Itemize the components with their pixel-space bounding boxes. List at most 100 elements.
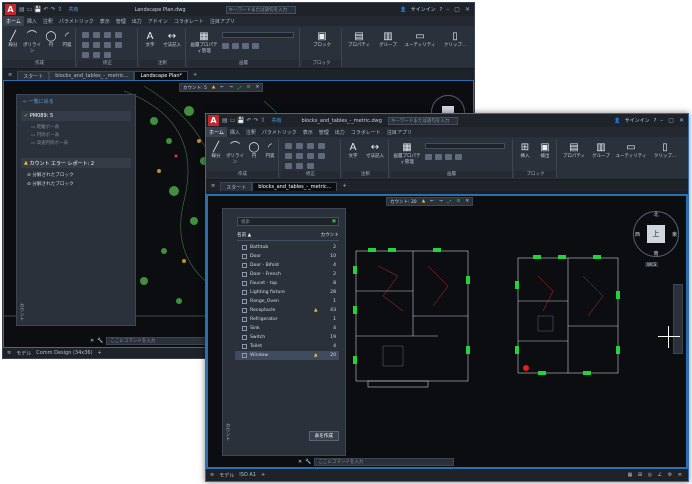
tab-landscape-plan[interactable]: Landscape Plan* <box>134 71 189 80</box>
tab-manage[interactable]: 管理 <box>113 16 129 26</box>
line-tool[interactable]: ╱ 線分 <box>5 31 21 48</box>
back-to-list-link[interactable]: ← 一覧に戻る <box>17 95 135 105</box>
share-button[interactable]: 共有 <box>68 6 78 13</box>
stretch-icon[interactable] <box>285 163 292 169</box>
warning-icon[interactable]: ▲ <box>314 353 322 358</box>
move-icon[interactable] <box>285 143 292 149</box>
tab-view[interactable]: 表示 <box>300 127 316 137</box>
tab-insert[interactable]: 挿入 <box>24 16 40 26</box>
utilities-tool[interactable]: ▭ ユーティリティ <box>615 142 647 159</box>
menu-icon[interactable]: ≡ <box>7 350 11 356</box>
tab-view[interactable]: 表示 <box>97 16 113 26</box>
layer-icon[interactable] <box>425 154 432 160</box>
prev-arrow-icon[interactable]: ← <box>220 85 224 90</box>
command-input[interactable]: ここにコマンドを入力 <box>106 337 217 345</box>
tab-collaborate[interactable]: コラボレート <box>348 127 384 137</box>
explode-icon[interactable] <box>115 42 122 48</box>
error-report-header[interactable]: ▲ カウント エラー レポート: 2 <box>21 158 131 168</box>
tab-model[interactable]: モデル <box>219 472 234 479</box>
copy-icon[interactable] <box>82 42 89 48</box>
dimension-tool[interactable]: ↔ 寸法記入 <box>363 142 387 159</box>
layer-icon[interactable] <box>252 43 259 49</box>
table-row[interactable]: Range_Oven 1 <box>235 297 339 306</box>
warning-icon[interactable]: ▲ <box>422 199 425 204</box>
layer-icon[interactable] <box>445 154 452 160</box>
block-tool[interactable]: ▣ ブロック <box>312 31 332 48</box>
group-tool[interactable]: ▥ グループ <box>376 31 400 48</box>
warning-icon[interactable]: ▲ <box>212 85 215 90</box>
tab-insert[interactable]: 挿入 <box>227 127 243 137</box>
tab-blocks-metric[interactable]: blocks_and_tables_-_metric... <box>252 182 338 191</box>
search-input[interactable]: キーワードまたは語句を入力 <box>225 5 296 14</box>
table-row[interactable]: Bathtub 2 <box>235 243 339 252</box>
tab-output[interactable]: 出力 <box>332 127 348 137</box>
close-icon[interactable]: ✕ <box>465 6 470 13</box>
tab-blocks-metric[interactable]: blocks_and_tables_-_metric... <box>49 71 135 80</box>
help-icon[interactable]: ? <box>654 118 657 124</box>
layer-properties-tool[interactable]: ▦ 画層プロパティ管理 <box>190 31 218 54</box>
new-tab-icon[interactable]: + <box>188 71 202 80</box>
table-row[interactable]: Door 10 <box>235 252 339 261</box>
arc-tool[interactable]: ◜ 円弧 <box>262 142 278 159</box>
stretch-icon[interactable] <box>82 52 89 58</box>
tab-featured-apps[interactable]: 注目アプリ <box>207 16 238 26</box>
navigation-bar[interactable] <box>673 284 683 354</box>
error-item[interactable]: ⊘ 分解されたブロック <box>27 171 135 180</box>
text-tool[interactable]: A 文字 <box>345 142 361 159</box>
next-arrow-icon[interactable]: → <box>229 85 233 90</box>
layer-icon[interactable] <box>455 154 462 160</box>
scale-icon[interactable] <box>296 163 303 169</box>
palette-search-input[interactable]: 検索 ▣ <box>237 217 339 226</box>
next-arrow-icon[interactable]: → <box>439 199 443 204</box>
search-input[interactable]: キーワードまたは語句を入力 <box>387 116 458 125</box>
table-row[interactable]: Window ▲ 20 <box>235 351 339 360</box>
list-item[interactable]: ▭ 円筒ボー表 <box>31 132 135 140</box>
array-icon[interactable] <box>104 52 111 58</box>
polyline-tool[interactable]: ⌒ ポリライン <box>225 142 245 165</box>
fillet-icon[interactable] <box>307 153 314 159</box>
array-icon[interactable] <box>307 163 314 169</box>
autocad-logo[interactable]: A <box>5 4 16 15</box>
layer-icon[interactable] <box>435 154 442 160</box>
add-layout-icon[interactable]: + <box>261 472 265 478</box>
wcs-menu[interactable]: WCS <box>645 262 659 267</box>
menu-icon[interactable]: ≡ <box>3 71 17 80</box>
quick-access-icons[interactable]: ▤ ▭ 💾 ↶ ↷ ⇧ <box>19 6 62 13</box>
polyline-tool[interactable]: ⌒ ポリライン <box>22 31 42 54</box>
table-row[interactable]: Faucet - top 8 <box>235 279 339 288</box>
erase-icon[interactable] <box>318 143 325 149</box>
tab-addins[interactable]: アドイン <box>145 16 171 26</box>
signin-link[interactable]: サインイン <box>411 6 436 13</box>
move-icon[interactable] <box>82 32 89 38</box>
layer-dropdown[interactable] <box>425 143 505 149</box>
column-name[interactable]: 名前 ▲ <box>237 232 321 238</box>
tab-home[interactable]: ホーム <box>3 16 24 26</box>
tab-collaborate[interactable]: コラボレート <box>171 16 207 26</box>
trim-icon[interactable] <box>307 143 314 149</box>
properties-tool[interactable]: ▤ プロパティ <box>346 31 372 48</box>
table-row[interactable]: Toilet 4 <box>235 342 339 351</box>
viewcube-south[interactable]: 南 <box>653 250 658 257</box>
viewcube-east[interactable]: 東 <box>672 231 677 238</box>
mirror-icon[interactable] <box>296 153 303 159</box>
explode-icon[interactable] <box>318 153 325 159</box>
zoom-icon[interactable]: ⤢ <box>448 199 452 205</box>
tab-layout[interactable]: ISO A1 <box>239 472 256 478</box>
close-icon[interactable]: ✕ <box>679 117 684 124</box>
tab-manage[interactable]: 管理 <box>316 127 332 137</box>
add-layout-icon[interactable]: + <box>98 350 102 356</box>
arc-tool[interactable]: ◜ 円弧 <box>59 31 75 48</box>
list-item[interactable]: ▭ 高速円筒ボー表 <box>31 140 135 148</box>
viewcube[interactable]: 北 西 東 南 上 <box>633 211 679 257</box>
table-row[interactable]: Door - French 2 <box>235 270 339 279</box>
table-row[interactable]: Sink 4 <box>235 324 339 333</box>
rotate-icon[interactable] <box>93 32 100 38</box>
line-tool[interactable]: ╱ 線分 <box>208 142 224 159</box>
prev-arrow-icon[interactable]: ← <box>430 199 434 204</box>
command-close-icon[interactable]: ✕ <box>90 338 94 344</box>
warning-icon[interactable]: ▲ <box>314 308 322 313</box>
signin-link[interactable]: サインイン <box>625 117 650 124</box>
command-wrench-icon[interactable]: 🔧 <box>97 338 103 344</box>
clipboard-tool[interactable]: ▯ クリップ... <box>440 31 470 48</box>
search-options-icon[interactable]: ▣ <box>332 219 338 224</box>
